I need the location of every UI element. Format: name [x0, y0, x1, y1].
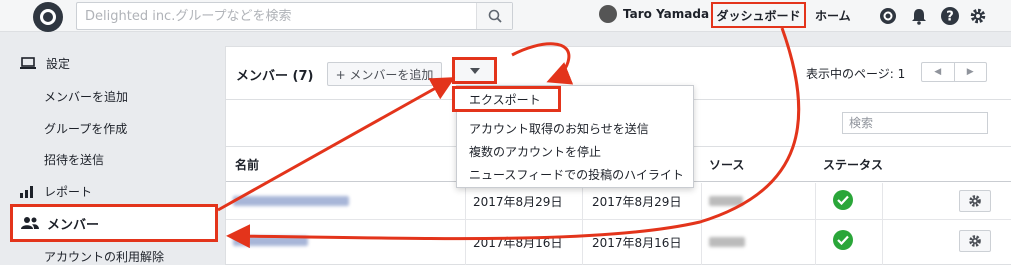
divider — [226, 219, 1011, 220]
sidebar-item-add-member[interactable]: メンバーを追加 — [44, 88, 128, 105]
home-link[interactable]: ホーム — [815, 7, 851, 24]
bell-icon[interactable] — [909, 6, 929, 26]
chevron-down-icon — [469, 67, 480, 74]
sidebar-item-members[interactable]: メンバー — [10, 204, 218, 242]
user-name: Taro Yamada — [623, 7, 710, 21]
people-icon — [21, 217, 39, 229]
page-indicator: 表示中のページ: 1 — [806, 67, 906, 81]
menu-item-suspend-accounts[interactable]: 複数のアカウントを停止 — [469, 143, 601, 160]
status-active-icon — [833, 230, 853, 250]
gear-icon — [969, 235, 981, 247]
dashboard-link[interactable]: ダッシュボード — [711, 2, 806, 28]
row-settings-button[interactable] — [959, 230, 991, 252]
sidebar-item-label: 設定 — [46, 57, 71, 71]
settings-gear-icon[interactable] — [968, 6, 988, 26]
sidebar-item-label: レポート — [44, 185, 93, 199]
row-settings-button[interactable] — [959, 190, 991, 212]
svg-text:?: ? — [946, 10, 954, 25]
column-header-name[interactable]: 名前 — [235, 156, 259, 173]
source-value — [709, 196, 743, 206]
status-active-icon — [833, 190, 853, 210]
gear-icon — [969, 195, 981, 207]
search-button[interactable] — [476, 3, 512, 29]
menu-item-highlight-posts[interactable]: ニュースフィードでの投稿のハイライト — [469, 166, 684, 183]
source-value — [709, 237, 745, 247]
bar-chart-icon — [20, 185, 33, 198]
sidebar-item-create-group[interactable]: グループを作成 — [44, 120, 127, 137]
last-active-date: 2017年8月29日 — [592, 195, 682, 209]
pager: ◀ ▶ — [921, 62, 987, 82]
top-bar: Taro Yamada ダッシュボード ホーム ? — [0, 0, 1011, 32]
user-profile-link[interactable]: Taro Yamada — [599, 5, 709, 23]
member-search[interactable] — [842, 112, 988, 134]
member-name-link[interactable] — [233, 236, 308, 246]
member-name-link[interactable] — [233, 196, 349, 206]
menu-item-export[interactable]: エクスポート — [452, 86, 561, 112]
joined-date: 2017年8月29日 — [473, 195, 563, 209]
sidebar-item-reports[interactable]: レポート — [20, 183, 92, 200]
member-search-input[interactable] — [843, 113, 987, 133]
sidebar-item-settings[interactable]: 設定 — [20, 55, 70, 72]
page-title: メンバー (7) — [236, 69, 314, 84]
menu-item-send-notice[interactable]: アカウント取得のお知らせを送信 — [469, 120, 649, 137]
sidebar-item-deactivate[interactable]: アカウントの利用解除 — [44, 248, 164, 265]
next-page-icon[interactable]: ▶ — [955, 63, 987, 81]
help-icon[interactable]: ? — [940, 6, 960, 26]
column-header-status[interactable]: ステータス — [823, 156, 883, 173]
more-actions-dropdown[interactable] — [452, 57, 497, 84]
add-member-button[interactable]: + メンバーを追加 — [327, 62, 442, 86]
global-search[interactable] — [76, 2, 513, 30]
joined-date: 2017年8月16日 — [473, 236, 563, 250]
sidebar-item-label: メンバー — [47, 217, 100, 233]
workplace-logo[interactable] — [33, 2, 63, 32]
last-active-date: 2017年8月16日 — [592, 236, 682, 250]
column-header-source[interactable]: ソース — [709, 156, 744, 173]
avatar — [599, 5, 617, 23]
laptop-icon — [20, 57, 36, 69]
global-search-input[interactable] — [77, 3, 467, 29]
search-icon — [488, 9, 502, 23]
chat-icon[interactable] — [878, 6, 898, 26]
prev-page-icon[interactable]: ◀ — [922, 63, 955, 81]
sidebar-item-send-invite[interactable]: 招待を送信 — [44, 151, 104, 168]
